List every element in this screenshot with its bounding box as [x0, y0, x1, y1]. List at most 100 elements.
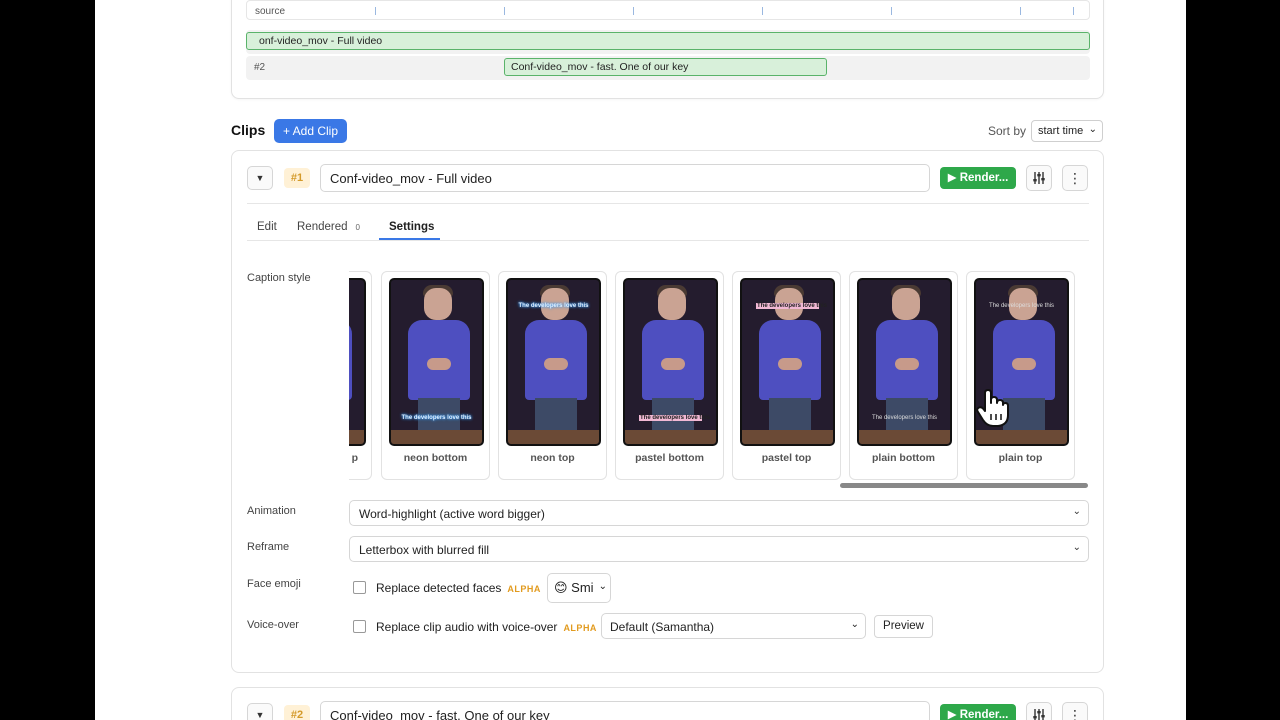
sliders-icon [1033, 709, 1045, 720]
timeline-segment-2[interactable]: Conf-video_mov - fast. One of our key [504, 58, 827, 76]
clip-tabs: Edit Rendered 0 Settings [247, 219, 1089, 241]
caption-style-pastel-top[interactable]: The developers love this pastel top [732, 271, 841, 480]
emoji-select[interactable]: 😊 Smi ⌄ [547, 573, 611, 603]
collapse-button[interactable]: ▼ [247, 166, 273, 190]
settings-sliders-button[interactable] [1026, 165, 1052, 191]
tab-rendered[interactable]: Rendered 0 [297, 221, 360, 233]
sliders-icon [1033, 172, 1045, 184]
rendered-count-badge: 0 [355, 223, 360, 232]
chevron-down-icon: ⌄ [850, 619, 859, 630]
chevron-down-icon: ⌄ [1072, 542, 1081, 553]
clip-number-badge: #2 [284, 705, 310, 720]
gallery-scrollbar[interactable] [840, 483, 1088, 488]
chevron-down-icon: ▼ [255, 710, 265, 720]
app-page: source #1 onf-video_mov - Full video #2 … [95, 0, 1186, 720]
timeline-tick [1020, 7, 1021, 15]
more-vertical-icon: ⋮ [1068, 707, 1082, 720]
style-label: neon top [530, 452, 575, 464]
timeline-segment-1[interactable]: onf-video_mov - Full video [246, 32, 1090, 50]
style-thumbnail: The developers love this [506, 278, 601, 446]
caption-style-plain-bottom[interactable]: The developers love this plain bottom [849, 271, 958, 480]
animation-select-value: Word-highlight (active word bigger) [359, 507, 545, 521]
replace-faces-checkbox[interactable] [353, 581, 366, 594]
caption-style-pastel-bottom[interactable]: The developers love this pastel bottom [615, 271, 724, 480]
timeline-tick [891, 7, 892, 15]
sort-select[interactable]: start time ⌄ [1031, 120, 1103, 142]
timeline-track-1: #1 onf-video_mov - Full video [246, 30, 1090, 54]
style-label: plain bottom [872, 452, 935, 464]
replace-faces-label: Replace detected faces [376, 581, 502, 595]
timeline-tick [375, 7, 376, 15]
tab-settings[interactable]: Settings [389, 221, 434, 233]
more-options-button[interactable]: ⋮ [1062, 702, 1088, 720]
style-thumbnail: The developers love this [389, 278, 484, 446]
animation-select[interactable]: Word-highlight (active word bigger) ⌄ [349, 500, 1089, 526]
style-thumbnail: The developers love this [623, 278, 718, 446]
reframe-select-value: Letterbox with blurred fill [359, 543, 490, 557]
more-vertical-icon: ⋮ [1068, 170, 1082, 186]
timeline-track-2: #2 Conf-video_mov - fast. One of our key [246, 56, 1090, 80]
preview-button[interactable]: Preview [874, 615, 933, 638]
timeline-tick [504, 7, 505, 15]
source-track: source [246, 0, 1090, 20]
caption-style-label: Caption style [247, 272, 311, 284]
style-thumbnail: The developers love this [740, 278, 835, 446]
chevron-down-icon: ⌄ [598, 581, 607, 592]
emoji-select-value: 😊 Smi [554, 580, 594, 595]
clips-heading: Clips [231, 122, 266, 138]
style-thumbnail: The developers love this [857, 278, 952, 446]
reframe-select[interactable]: Letterbox with blurred fill ⌄ [349, 536, 1089, 562]
style-thumbnail [349, 278, 366, 446]
style-label: neon bottom [403, 452, 468, 464]
caption-style-plain-top[interactable]: The developers love this plain top [966, 271, 1075, 480]
hand-pointer-icon [976, 389, 1009, 427]
render-button[interactable]: ▶ Render... [940, 704, 1016, 720]
sort-by-label: Sort by [988, 124, 1027, 138]
caption-sample: The developers love this [401, 415, 472, 421]
style-label: pastel bottom [635, 452, 704, 464]
active-tab-indicator [379, 238, 440, 240]
voice-select-value: Default (Samantha) [610, 620, 715, 634]
clip-card-2: ▼ #2 ▶ Render... ⋮ [231, 687, 1104, 720]
sort-select-value: start time [1038, 125, 1084, 137]
face-emoji-label: Face emoji [247, 578, 301, 590]
collapse-button[interactable]: ▼ [247, 703, 273, 720]
caption-style-neon-bottom[interactable]: The developers love this neon bottom [381, 271, 490, 480]
clip-number-badge: #1 [284, 168, 310, 188]
settings-sliders-button[interactable] [1026, 702, 1052, 720]
timeline-panel: source #1 onf-video_mov - Full video #2 … [231, 0, 1104, 99]
track-2-label: #2 [254, 62, 266, 73]
timeline-tick [762, 7, 763, 15]
tab-edit[interactable]: Edit [257, 221, 277, 233]
voice-over-label: Voice-over [247, 619, 299, 631]
caption-sample: The developers love this [518, 303, 589, 309]
source-track-label: source [255, 6, 286, 17]
render-button[interactable]: ▶ Render... [940, 167, 1016, 189]
alpha-badge: ALPHA [563, 623, 597, 633]
clip-title-input[interactable] [320, 164, 930, 192]
chevron-down-icon: ⌄ [1088, 124, 1097, 135]
voice-over-text: Replace clip audio with voice-over ALPHA [376, 620, 597, 634]
chevron-down-icon: ⌄ [1072, 506, 1081, 517]
voice-over-checkbox-label: Replace clip audio with voice-over [376, 620, 558, 634]
voice-over-checkbox[interactable] [353, 620, 366, 633]
caption-sample: The developers love this [988, 303, 1055, 309]
caption-style-option[interactable]: p [349, 271, 372, 480]
style-label: pastel top [761, 452, 812, 464]
style-label: plain top [998, 452, 1043, 464]
card-divider [247, 203, 1089, 204]
style-label: p [351, 452, 358, 464]
add-clip-button[interactable]: + Add Clip [274, 119, 347, 143]
timeline-tick [633, 7, 634, 15]
caption-style-gallery[interactable]: p The developers love this neon bottom T… [349, 268, 1089, 492]
caption-style-neon-top[interactable]: The developers love this neon top [498, 271, 607, 480]
more-options-button[interactable]: ⋮ [1062, 165, 1088, 191]
caption-sample: The developers love this [639, 415, 711, 421]
voice-select[interactable]: Default (Samantha) ⌄ [601, 613, 866, 639]
tab-rendered-label: Rendered [297, 221, 348, 233]
caption-sample: The developers love this [871, 415, 938, 421]
caption-sample: The developers love this [756, 303, 828, 309]
animation-label: Animation [247, 505, 296, 517]
clip-title-input[interactable] [320, 701, 930, 720]
alpha-badge: ALPHA [507, 584, 541, 594]
